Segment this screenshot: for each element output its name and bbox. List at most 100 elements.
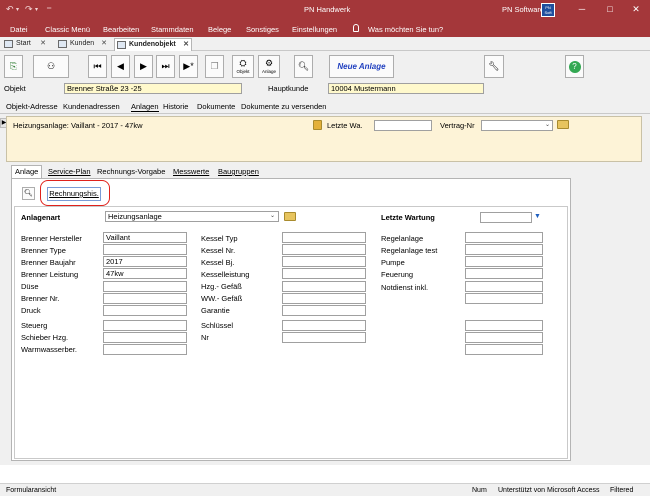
anlage-sub-tabs: Anlage Service-Plan Rechnungs-Vorgabe Me…	[11, 165, 271, 178]
hauptkunde-field[interactable]: 10004 Mustermann	[328, 83, 484, 94]
subtab-service-plan[interactable]: Service-Plan	[48, 166, 91, 178]
menu-stammdaten[interactable]: Stammdaten	[151, 25, 194, 34]
regelanlage-field[interactable]	[465, 232, 543, 243]
undo-dropdown-icon[interactable]: ▾	[16, 6, 19, 13]
kesselleistung-field[interactable]	[282, 268, 366, 279]
first-record-button[interactable]: ⏮	[88, 55, 107, 78]
calendar-dropdown-icon[interactable]: ▼	[533, 212, 542, 221]
letzte-wa-field[interactable]	[374, 120, 432, 131]
letzte-wartung-field[interactable]	[480, 212, 532, 223]
kessel-nr-field[interactable]	[282, 244, 366, 255]
close-tab-icon[interactable]: ✕	[101, 38, 107, 50]
subtab-messwerte[interactable]: Messwerte	[173, 166, 209, 178]
doc-tab-kundenobjekt[interactable]: Kundenobjekt ✕	[114, 38, 192, 51]
avatar[interactable]: PN Soft	[541, 3, 555, 17]
anlagenart-select[interactable]: Heizungsanlage	[105, 211, 279, 222]
objekt-button[interactable]: ⛭ Objekt	[232, 55, 254, 78]
druck-field[interactable]	[103, 305, 187, 316]
people-button[interactable]: ⚇	[33, 55, 69, 78]
help-icon: ?	[568, 61, 581, 73]
account-name[interactable]: PN Software	[502, 5, 544, 14]
extra-field[interactable]	[465, 293, 543, 304]
notdienst-field[interactable]	[465, 281, 543, 292]
feuerung-field[interactable]	[465, 268, 543, 279]
field-label: Steuerg	[21, 321, 48, 330]
help-button[interactable]: ?	[565, 55, 584, 78]
customize-toolbar-icon[interactable]: ═	[47, 6, 51, 12]
nav-dokumente[interactable]: Dokumente	[197, 102, 235, 111]
menu-belege[interactable]: Belege	[208, 25, 231, 34]
lightbulb-icon	[353, 24, 359, 32]
kessel-typ-field[interactable]	[282, 232, 366, 243]
schieber-hzg-field[interactable]	[103, 332, 187, 343]
maximize-icon[interactable]: □	[604, 3, 616, 15]
menu-datei[interactable]: Datei	[10, 25, 28, 34]
nav-objekt-adresse[interactable]: Objekt-Adresse	[6, 102, 58, 111]
brenner-type-field[interactable]	[103, 244, 187, 255]
search-record-button[interactable]: 🔍︎	[22, 187, 35, 200]
nav-historie[interactable]: Historie	[163, 102, 188, 111]
folder-icon[interactable]	[557, 120, 569, 129]
redo-dropdown-icon[interactable]: ▾	[35, 6, 38, 13]
ww-gefaess-field[interactable]	[282, 293, 366, 304]
anlage-button[interactable]: ⚙ Anlage	[258, 55, 280, 78]
schluessel-field[interactable]	[282, 320, 366, 331]
calendar-icon[interactable]	[313, 120, 322, 130]
extra-field[interactable]	[465, 332, 543, 343]
minimize-icon[interactable]: ─	[576, 3, 588, 15]
undo-icon[interactable]: ↶	[6, 4, 14, 15]
duese-field[interactable]	[103, 281, 187, 292]
nr-field[interactable]	[282, 332, 366, 343]
status-support: Unterstützt von Microsoft Access	[498, 487, 600, 494]
extra-field[interactable]	[465, 320, 543, 331]
chevron-down-icon[interactable]: ⌄	[543, 121, 552, 130]
hzg-gefaess-field[interactable]	[282, 281, 366, 292]
brenner-hersteller-field[interactable]: Vaillant	[103, 232, 187, 243]
brenner-leistung-field[interactable]: 47kw	[103, 268, 187, 279]
status-filtered: Filtered	[610, 487, 634, 494]
field-label: Kessel Nr.	[201, 246, 236, 255]
tell-me-search[interactable]: Was möchten Sie tun?	[368, 25, 443, 34]
neue-anlage-button[interactable]: Neue Anlage	[329, 55, 394, 78]
search-button[interactable]: 🔍︎	[294, 55, 313, 78]
copy-button[interactable]: ❐	[205, 55, 224, 78]
menu-einstellungen[interactable]: Einstellungen	[292, 25, 337, 34]
subtab-rechnungs-vorgabe[interactable]: Rechnungs-Vorgabe	[97, 166, 165, 178]
steuerg-field[interactable]	[103, 320, 187, 331]
objekt-field[interactable]: Brenner Straße 23 -25	[64, 83, 242, 94]
ribbon-menu: Datei Classic Menü Bearbeiten Stammdaten…	[0, 20, 650, 37]
next-record-button[interactable]: ▶	[134, 55, 153, 78]
last-record-button[interactable]: ⏭	[156, 55, 175, 78]
subtab-baugruppen[interactable]: Baugruppen	[218, 166, 259, 178]
menu-classic-menue[interactable]: Classic Menü	[45, 25, 90, 34]
garantie-field[interactable]	[282, 305, 366, 316]
close-icon[interactable]: ✕	[630, 3, 642, 15]
rechnungshistorie-button[interactable]: Rechnungshis.	[47, 187, 101, 201]
nav-kundenadressen[interactable]: Kundenadressen	[63, 102, 120, 111]
previous-record-button[interactable]: ◀	[111, 55, 130, 78]
folder-icon[interactable]	[284, 212, 296, 221]
extra-field[interactable]	[465, 344, 543, 355]
menu-bearbeiten[interactable]: Bearbeiten	[103, 25, 139, 34]
brenner-baujahr-field[interactable]: 2017	[103, 256, 187, 267]
close-tab-icon[interactable]: ✕	[40, 38, 46, 50]
doc-tab-start[interactable]: Start ✕	[2, 38, 62, 51]
warmwasserber-field[interactable]	[103, 344, 187, 355]
menu-sonstiges[interactable]: Sonstiges	[246, 25, 279, 34]
nav-dokumente-zu-versenden[interactable]: Dokumente zu versenden	[241, 102, 326, 111]
subtab-anlage[interactable]: Anlage	[11, 165, 43, 178]
new-record-button[interactable]: ▶*	[179, 55, 198, 78]
pumpe-field[interactable]	[465, 256, 543, 267]
regelanlage-test-field[interactable]	[465, 244, 543, 255]
anlage-fields: Anlagenart Heizungsanlage ⌄ Letzte Wartu…	[14, 206, 568, 459]
nav-anlagen[interactable]: Anlagen	[131, 102, 159, 112]
redo-icon[interactable]: ↷	[25, 4, 33, 15]
kessel-bj-field[interactable]	[282, 256, 366, 267]
close-tab-icon[interactable]: ✕	[183, 39, 189, 51]
brenner-nr-field[interactable]	[103, 293, 187, 304]
field-label: WW.- Gefäß	[201, 294, 243, 303]
exit-button[interactable]: ⎘	[4, 55, 23, 78]
wrench-button[interactable]: 🔧︎	[484, 55, 504, 78]
chevron-down-icon[interactable]: ⌄	[268, 212, 277, 221]
doc-tab-kunden[interactable]: Kunden ✕	[56, 38, 116, 51]
